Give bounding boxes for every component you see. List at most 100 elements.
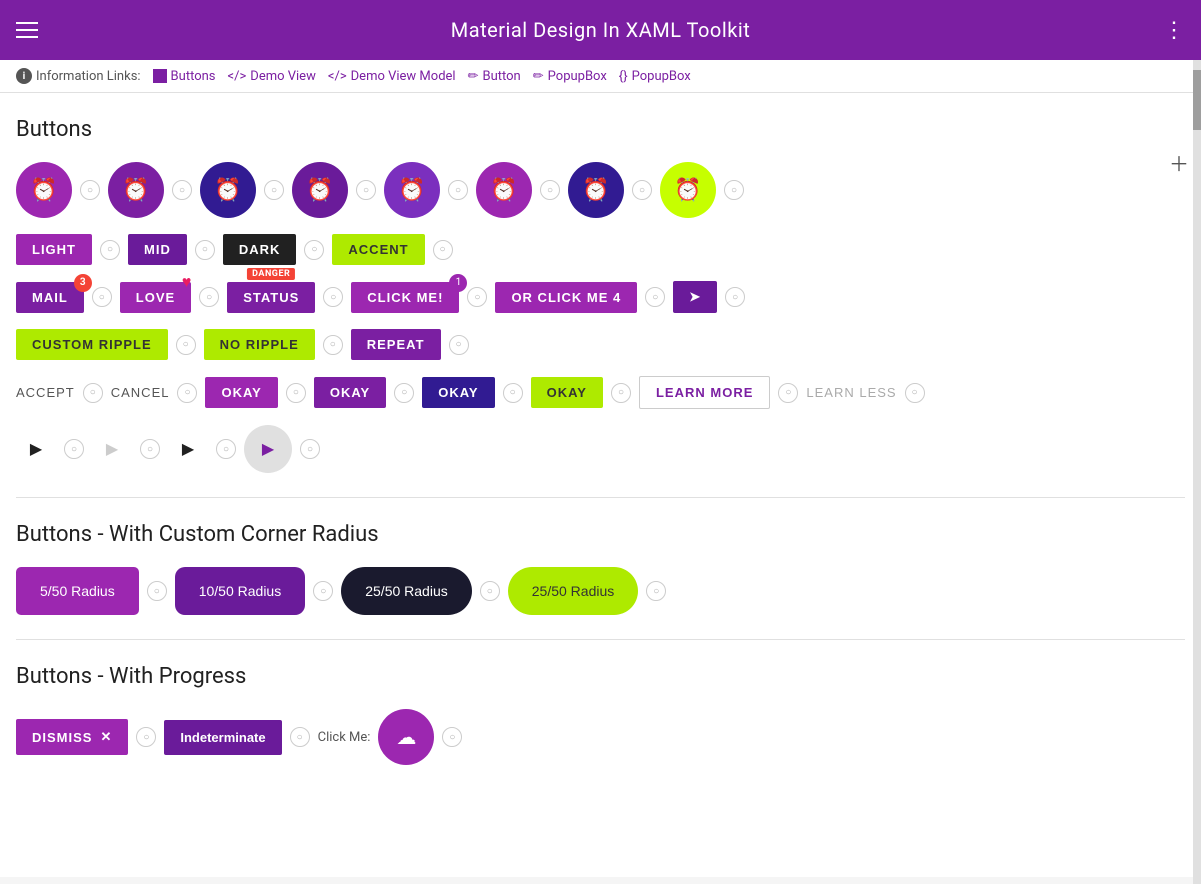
dark-button[interactable]: DARK [223, 234, 297, 265]
love-btn-wrapper: LOVE ♥ [120, 282, 191, 313]
radius25-button[interactable]: 25/50 Radius [341, 567, 472, 615]
ripple-32: ○ [216, 439, 236, 459]
clickme-button[interactable]: CLICK ME! [351, 282, 459, 313]
mid-button[interactable]: MID [128, 234, 187, 265]
popupbox1-pen-icon: ✏ [533, 69, 544, 84]
ripple-15: ○ [323, 287, 343, 307]
section-divider-1 [16, 497, 1185, 498]
link-button[interactable]: ✏ Button [468, 69, 521, 84]
radius5-button[interactable]: 5/50 Radius [16, 567, 139, 615]
custom-ripple-button[interactable]: CUSTOM RIPPLE [16, 329, 168, 360]
light-button[interactable]: LIGHT [16, 234, 92, 265]
ripple-11: ○ [304, 240, 324, 260]
progress-section-title: Buttons - With Progress [16, 664, 1185, 689]
ripple-24: ○ [286, 383, 306, 403]
info-icon: i [16, 68, 32, 84]
okay1-button[interactable]: Okay [205, 377, 277, 408]
click-me-circle-button[interactable]: ☁ [378, 709, 434, 765]
ripple-23: ○ [177, 383, 197, 403]
link-popupbox-1[interactable]: ✏ PopupBox [533, 69, 607, 84]
app-title: Material Design In XAML Toolkit [451, 18, 751, 42]
no-ripple-button[interactable]: NO RIPPLE [204, 329, 315, 360]
icon-btn-darkpurple[interactable]: ⏰ [568, 162, 624, 218]
icon-btn-purple2[interactable]: ⏰ [476, 162, 532, 218]
scrollbar-thumb[interactable] [1193, 70, 1201, 130]
play-dark-button[interactable]: ▶ [16, 429, 56, 469]
icon-btn-light[interactable]: ⏰ [16, 162, 72, 218]
dismiss-label: DISMISS [32, 730, 92, 745]
demo-view-model-code-icon: </> [328, 69, 347, 84]
icon-btn-accent[interactable]: ⏰ [660, 162, 716, 218]
ripple-29: ○ [905, 383, 925, 403]
ripple-36: ○ [480, 581, 500, 601]
orclickme4-button[interactable]: OR CLICK ME 4 [495, 282, 637, 313]
okay4-button[interactable]: Okay [531, 377, 603, 408]
icon-btn-mid[interactable]: ⏰ [292, 162, 348, 218]
ripple-indicator-7: ○ [632, 180, 652, 200]
ripple-40: ○ [442, 727, 462, 747]
cancel-button[interactable]: CANCEL [111, 385, 170, 400]
ripple-indicator-6: ○ [540, 180, 560, 200]
icon-btn-purple[interactable]: ⏰ [384, 162, 440, 218]
radius25-accent-button[interactable]: 25/50 Radius [508, 567, 639, 615]
ripple-35: ○ [313, 581, 333, 601]
ripple-16: ○ [467, 287, 487, 307]
ripple-10: ○ [195, 240, 215, 260]
repeat-button[interactable]: REPEAT [351, 329, 441, 360]
dismiss-button[interactable]: DISMISS ✕ [16, 719, 128, 755]
ripple-31: ○ [140, 439, 160, 459]
icon-btn-light2[interactable]: ⏰ [108, 162, 164, 218]
link-demo-view-model[interactable]: </> Demo View Model [328, 69, 456, 84]
play-light-button[interactable]: ▶ [92, 429, 132, 469]
dismiss-x-icon: ✕ [100, 729, 112, 745]
app-header: Material Design In XAML Toolkit ⋮ [0, 0, 1201, 60]
corner-radius-section-title: Buttons - With Custom Corner Radius [16, 522, 1185, 547]
clickme-badge: 1 [449, 274, 467, 292]
arrow-button[interactable]: ➤ [673, 281, 717, 313]
click-me-text: Click Me: [318, 730, 371, 745]
learn-less-button[interactable]: LEARN LESS [806, 385, 896, 400]
ripple-17: ○ [645, 287, 665, 307]
badge-buttons-row: MAIL 3 ○ LOVE ♥ ○ STATUS DANGER ○ CLICK … [16, 281, 1185, 313]
progress-buttons-row: DISMISS ✕ ○ Indeterminate ○ Click Me: ☁ … [16, 709, 1185, 765]
play-circle-button[interactable]: ▶ [244, 425, 292, 473]
learn-more-button[interactable]: LEARN MORE [639, 376, 770, 409]
love-button[interactable]: LOVE [120, 282, 191, 313]
scrollbar[interactable] [1193, 60, 1201, 884]
okay2-button[interactable]: Okay [314, 377, 386, 408]
ripple-34: ○ [147, 581, 167, 601]
buttons-link-icon [153, 69, 167, 83]
ripple-38: ○ [136, 727, 156, 747]
ripple-indicator-3: ○ [264, 180, 284, 200]
accent-button[interactable]: ACCENT [332, 234, 424, 265]
buttons-section-title: Buttons [16, 117, 1185, 142]
link-buttons[interactable]: Buttons [153, 69, 216, 84]
plus-button[interactable]: ＋ [1169, 148, 1189, 177]
section-divider-2 [16, 639, 1185, 640]
link-demo-view[interactable]: </> Demo View [228, 69, 316, 84]
corner-radius-buttons-row: 5/50 Radius ○ 10/50 Radius ○ 25/50 Radiu… [16, 567, 1185, 615]
icon-btn-dark2[interactable]: ⏰ [200, 162, 256, 218]
ripple-33: ○ [300, 439, 320, 459]
info-label: i Information Links: [16, 68, 141, 84]
ripple-18: ○ [725, 287, 745, 307]
ripple-19: ○ [176, 335, 196, 355]
button-pen-icon: ✏ [468, 69, 479, 84]
play-black-button[interactable]: ▶ [168, 429, 208, 469]
love-heart-badge: ♥ [182, 272, 192, 292]
ripple-30: ○ [64, 439, 84, 459]
more-options-icon[interactable]: ⋮ [1163, 18, 1185, 43]
link-popupbox-2[interactable]: {} PopupBox [619, 69, 691, 84]
indeterminate-button[interactable]: Indeterminate [164, 720, 281, 755]
ripple-26: ○ [503, 383, 523, 403]
ripple-37: ○ [646, 581, 666, 601]
okay3-button[interactable]: Okay [422, 377, 494, 408]
popupbox2-code-icon: {} [619, 69, 628, 84]
main-content: Buttons ⏰ ○ ⏰ ○ ⏰ ○ ⏰ ○ ⏰ ○ ⏰ ○ ⏰ ○ ⏰ ○ … [0, 93, 1201, 877]
hamburger-menu[interactable] [16, 22, 38, 38]
status-button[interactable]: STATUS [227, 282, 315, 313]
radius10-button[interactable]: 10/50 Radius [175, 567, 306, 615]
ripple-25: ○ [394, 383, 414, 403]
accept-button[interactable]: ACCEPT [16, 385, 75, 400]
ripple-indicator-5: ○ [448, 180, 468, 200]
